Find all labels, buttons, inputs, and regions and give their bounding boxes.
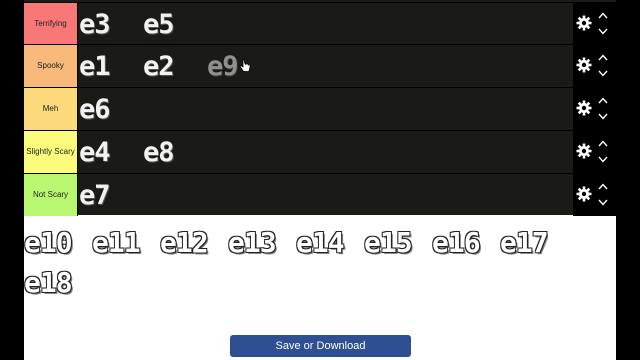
tier-controls xyxy=(573,88,616,130)
tier-item[interactable]: e4 xyxy=(79,131,143,173)
tier-item[interactable]: e3 xyxy=(79,3,143,45)
tier-controls xyxy=(573,131,616,173)
chevron-up-icon[interactable] xyxy=(598,97,608,104)
chevron-down-icon[interactable] xyxy=(598,113,608,120)
unranked-pool: e10 e11 e12 e13 e14 e15 e16 e17 e18 xyxy=(24,222,616,312)
tier-items: e7 xyxy=(79,174,573,216)
tier-table: Terrifying e3 e5 Spooky e1 e2 e9 Meh e6 … xyxy=(24,0,616,216)
tier-label[interactable]: Terrifying xyxy=(24,3,78,45)
pool-item[interactable]: e10 xyxy=(24,226,92,259)
tier-item[interactable]: e1 xyxy=(79,45,143,87)
tier-row: Spooky e1 e2 e9 xyxy=(24,44,616,87)
tier-controls xyxy=(573,3,616,45)
gear-icon[interactable] xyxy=(576,15,592,31)
gear-icon[interactable] xyxy=(576,100,592,116)
tier-items: e1 e2 e9 xyxy=(79,45,573,87)
gear-icon[interactable] xyxy=(576,186,592,202)
pool-row: e18 xyxy=(24,262,616,302)
pool-item[interactable]: e11 xyxy=(92,226,160,259)
tier-items: e3 e5 xyxy=(79,3,573,45)
chevron-down-icon[interactable] xyxy=(598,28,608,35)
tier-label[interactable]: Slightly Scary xyxy=(24,131,78,173)
tier-items: e6 xyxy=(79,88,573,130)
tier-row: Terrifying e3 e5 xyxy=(24,2,616,45)
gear-icon[interactable] xyxy=(576,143,592,159)
chevron-up-icon[interactable] xyxy=(598,12,608,19)
hand-cursor-icon xyxy=(239,59,251,72)
chevron-down-icon[interactable] xyxy=(598,156,608,163)
tier-items: e4 e8 xyxy=(79,131,573,173)
tier-row: Meh e6 xyxy=(24,87,616,130)
chevron-down-icon[interactable] xyxy=(598,70,608,77)
tier-item[interactable]: e8 xyxy=(143,131,205,173)
pool-item[interactable]: e14 xyxy=(296,226,364,259)
chevron-up-icon[interactable] xyxy=(598,183,608,190)
pool-item[interactable]: e15 xyxy=(364,226,432,259)
chevron-down-icon[interactable] xyxy=(598,199,608,206)
tier-item[interactable]: e2 xyxy=(143,45,207,87)
chevron-up-icon[interactable] xyxy=(598,140,608,147)
tier-label[interactable]: Spooky xyxy=(24,45,78,87)
tier-label[interactable]: Meh xyxy=(24,88,78,130)
tier-row: Not Scary e7 xyxy=(24,173,616,216)
pool-item[interactable]: e17 xyxy=(500,226,548,259)
tier-list-app: Terrifying e3 e5 Spooky e1 e2 e9 Meh e6 … xyxy=(24,0,616,360)
pool-item[interactable]: e18 xyxy=(24,266,92,299)
pool-item[interactable]: e12 xyxy=(160,226,228,259)
tier-item[interactable]: e6 xyxy=(79,88,143,130)
pool-row: e10 e11 e12 e13 e14 e15 e16 e17 xyxy=(24,222,616,262)
gear-icon[interactable] xyxy=(576,57,592,73)
save-or-download-button[interactable]: Save or Download xyxy=(230,335,411,357)
pool-item[interactable]: e13 xyxy=(228,226,296,259)
pool-item[interactable]: e16 xyxy=(432,226,500,259)
tier-item[interactable]: e7 xyxy=(79,174,143,216)
chevron-up-icon[interactable] xyxy=(598,54,608,61)
tier-controls xyxy=(573,45,616,87)
tier-label[interactable]: Not Scary xyxy=(24,174,78,216)
tier-item-dragging[interactable]: e9 xyxy=(207,45,297,87)
tier-row: Slightly Scary e4 e8 xyxy=(24,130,616,173)
tier-controls xyxy=(573,174,616,216)
tier-item[interactable]: e5 xyxy=(143,3,205,45)
